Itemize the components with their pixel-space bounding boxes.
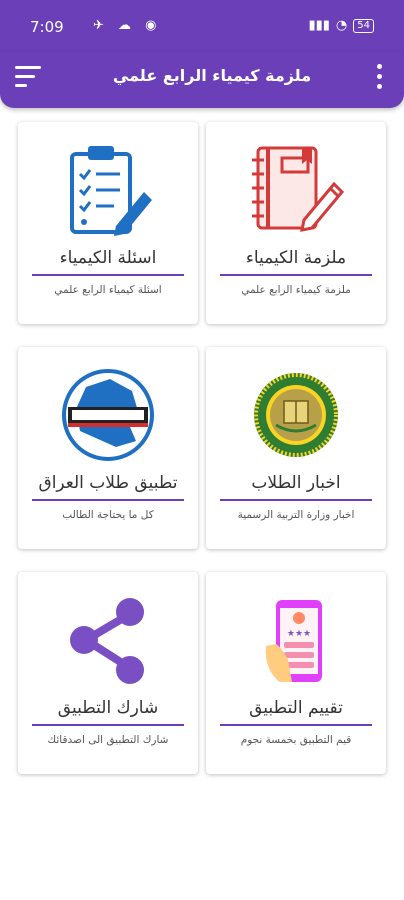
phone-rating-icon: ★★★ <box>246 590 346 690</box>
app-title: ملزمة كيمياء الرابع علمي <box>112 66 312 85</box>
status-right-icons: ▮▮▮ ◔ 54 <box>308 18 374 33</box>
notebook-pencil-icon <box>246 140 346 240</box>
divider <box>32 499 184 501</box>
card-chemistry-questions[interactable]: اسئلة الكيمياء اسئلة كيمياء الرابع علمي <box>18 122 198 324</box>
battery-icon: 54 <box>353 18 374 33</box>
notification-icons: ✈ ☁ ◉ <box>93 18 162 33</box>
card-share-app[interactable]: شارك التطبيق شارك التطبيق الى اصدقائك <box>18 572 198 774</box>
wifi-icon: ◔ <box>335 18 348 33</box>
divider <box>32 274 184 276</box>
divider <box>32 724 184 726</box>
card-title: اسئلة الكيمياء <box>59 248 157 268</box>
divider <box>220 499 372 501</box>
card-chemistry-booklet[interactable]: ملزمة الكيمياء ملزمة كيمياء الرابع علمي <box>206 122 386 324</box>
card-iraq-students-app[interactable]: تطبيق طلاب العراق كل ما يحتاجة الطالب <box>18 347 198 549</box>
card-title: تقييم التطبيق <box>249 698 343 718</box>
status-time: 7:09 <box>30 18 64 36</box>
signal-icon: ▮▮▮ <box>308 18 330 33</box>
app-bar: ملزمة كيمياء الرابع علمي <box>0 52 404 108</box>
card-subtitle: شارك التطبيق الى اصدقائك <box>47 734 169 746</box>
share-icon <box>58 590 158 690</box>
card-subtitle: قيم التطبيق بخمسة نجوم <box>240 734 352 746</box>
card-rate-app[interactable]: ★★★ تقييم التطبيق قيم التطبيق بخمسة نجوم <box>206 572 386 774</box>
svg-text:★★★: ★★★ <box>287 629 311 639</box>
card-title: شارك التطبيق <box>57 698 159 718</box>
card-subtitle: كل ما يحتاجة الطالب <box>62 509 154 521</box>
divider <box>220 274 372 276</box>
card-title: ملزمة الكيمياء <box>245 248 347 268</box>
more-options-icon[interactable] <box>374 62 384 92</box>
iraq-map-logo-icon <box>58 365 158 465</box>
card-subtitle: اخبار وزارة التربية الرسمية <box>237 509 355 521</box>
ministry-seal-icon <box>246 365 346 465</box>
menu-icon[interactable] <box>15 66 45 92</box>
card-subtitle: اسئلة كيمياء الرابع علمي <box>54 284 162 296</box>
card-subtitle: ملزمة كيمياء الرابع علمي <box>241 284 351 296</box>
divider <box>220 724 372 726</box>
clipboard-checklist-icon <box>58 140 158 240</box>
card-title: اخبار الطلاب <box>251 473 341 493</box>
card-student-news[interactable]: اخبار الطلاب اخبار وزارة التربية الرسمية <box>206 347 386 549</box>
status-bar: 7:09 ✈ ☁ ◉ ▮▮▮ ◔ 54 <box>0 0 404 52</box>
card-title: تطبيق طلاب العراق <box>38 473 178 493</box>
